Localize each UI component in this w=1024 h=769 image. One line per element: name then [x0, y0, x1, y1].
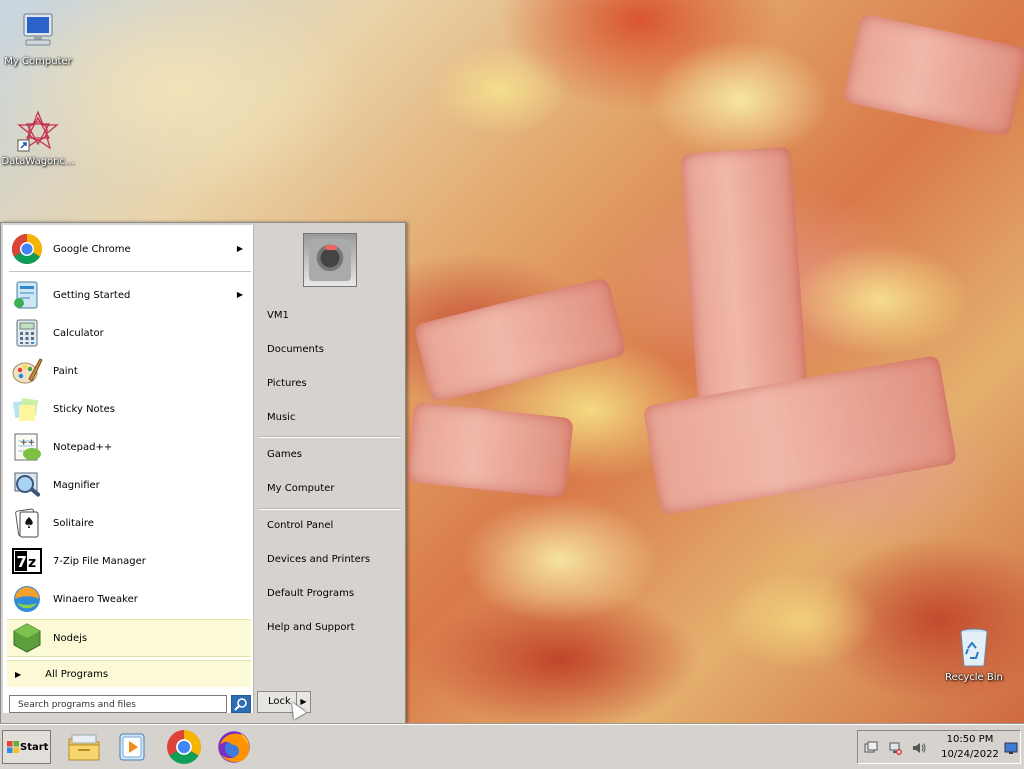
start-item-paint[interactable]: Paint — [7, 353, 251, 389]
start-item-label: Nodejs — [53, 632, 88, 644]
taskbar: Start 10:50 PM 10/24/2022 — [0, 724, 1024, 769]
svg-text:++: ++ — [20, 438, 35, 448]
place-vm1[interactable]: VM1 — [267, 310, 289, 321]
place-music[interactable]: Music — [267, 412, 295, 423]
start-item-winaero-tweaker[interactable]: Winaero Tweaker — [7, 581, 251, 617]
windows-flag-icon — [7, 741, 19, 753]
paint-icon — [11, 355, 43, 387]
clock-date[interactable]: 10/24/2022 — [940, 749, 1000, 760]
turntable-icon — [309, 239, 351, 281]
desktop-icon-datawagon[interactable]: DataWagonc... — [0, 110, 78, 167]
recycle-bin-icon — [952, 626, 996, 670]
search-button[interactable] — [231, 695, 251, 713]
network-status-icon[interactable] — [888, 741, 902, 755]
notification-area: 10:50 PM 10/24/2022 — [857, 730, 1021, 764]
place-games[interactable]: Games — [267, 449, 302, 460]
nodejs-icon — [11, 622, 43, 654]
submenu-arrow-icon: ▶ — [236, 244, 243, 253]
7zip-icon: 7z — [11, 545, 43, 577]
desktop-icon-my-computer[interactable]: My Computer — [0, 10, 78, 67]
chrome-icon — [11, 233, 43, 265]
solitaire-icon — [11, 507, 43, 539]
start-item-calculator[interactable]: Calculator — [7, 315, 251, 351]
start-item-label: Notepad++ — [53, 441, 113, 453]
winaero-tweaker-icon — [11, 583, 43, 615]
wallpaper-ham — [842, 13, 1024, 137]
chrome-icon — [167, 730, 201, 764]
place-pictures[interactable]: Pictures — [267, 378, 307, 389]
start-item-getting-started[interactable]: Getting Started ▶ — [7, 277, 251, 313]
search-input[interactable]: Search programs and files — [9, 695, 227, 713]
start-menu: Google Chrome ▶ Getting Started ▶ Calcul… — [0, 222, 406, 724]
calculator-icon — [11, 317, 43, 349]
computer-icon — [16, 10, 60, 54]
right-pane-separator — [259, 508, 401, 510]
desktop-icon-label: DataWagonc... — [1, 156, 75, 167]
start-button[interactable]: Start — [2, 730, 51, 764]
place-devices-and-printers[interactable]: Devices and Printers — [267, 554, 370, 565]
start-item-solitaire[interactable]: Solitaire — [7, 505, 251, 541]
place-control-panel[interactable]: Control Panel — [267, 520, 333, 531]
user-picture[interactable] — [303, 233, 357, 287]
clock-time[interactable]: 10:50 PM — [940, 734, 1000, 745]
wallpaper-ham — [642, 354, 958, 516]
start-item-label: Sticky Notes — [53, 403, 115, 415]
start-item-nodejs[interactable]: Nodejs — [7, 619, 251, 657]
start-item-notepad-plus-plus[interactable]: ++ Notepad++ — [7, 429, 251, 465]
start-item-label: Paint — [53, 365, 78, 377]
place-my-computer[interactable]: My Computer — [267, 483, 334, 494]
place-documents[interactable]: Documents — [267, 344, 324, 355]
start-item-label: Magnifier — [53, 479, 100, 491]
start-item-label: Getting Started — [53, 289, 131, 301]
file-explorer-icon — [68, 734, 100, 761]
taskbar-firefox[interactable] — [216, 729, 252, 765]
taskbar-file-explorer[interactable] — [66, 729, 102, 765]
all-programs-label: All Programs — [45, 668, 109, 680]
desktop-icon-label: Recycle Bin — [945, 672, 1003, 683]
start-item-google-chrome[interactable]: Google Chrome ▶ — [7, 231, 251, 267]
notepad-plus-plus-icon: ++ — [11, 431, 43, 463]
place-help-and-support[interactable]: Help and Support — [267, 622, 355, 633]
wallpaper-ham — [413, 276, 627, 404]
volume-icon[interactable] — [912, 741, 926, 755]
svg-text:z: z — [28, 555, 36, 571]
place-default-programs[interactable]: Default Programs — [267, 588, 354, 599]
start-item-magnifier[interactable]: Magnifier — [7, 467, 251, 503]
datawagon-icon — [16, 110, 60, 154]
svg-text:7: 7 — [17, 553, 27, 571]
magnifier-icon — [11, 469, 43, 501]
firefox-icon — [218, 731, 250, 763]
right-pane-separator — [259, 436, 401, 438]
getting-started-icon — [11, 279, 43, 311]
sticky-notes-icon — [11, 393, 43, 425]
show-desktop-icon[interactable] — [1004, 741, 1018, 755]
wallpaper-ham — [406, 401, 574, 499]
desktop-icon-recycle-bin[interactable]: Recycle Bin — [934, 626, 1014, 683]
search-icon — [234, 698, 247, 711]
start-menu-programs-pane: Google Chrome ▶ Getting Started ▶ Calcul… — [3, 225, 254, 713]
start-item-7zip[interactable]: 7z 7-Zip File Manager — [7, 543, 251, 579]
start-item-label: Google Chrome — [53, 243, 131, 255]
media-player-icon — [119, 733, 145, 761]
start-item-label: Winaero Tweaker — [53, 593, 138, 605]
taskbar-media-player[interactable] — [114, 729, 150, 765]
submenu-arrow-icon: ▶ — [236, 290, 243, 299]
start-item-label: Calculator — [53, 327, 104, 339]
desktop-icon-label: My Computer — [4, 56, 72, 67]
all-programs-button[interactable]: ▶ All Programs — [7, 660, 251, 687]
action-center-icon[interactable] — [864, 741, 878, 755]
start-item-label: Solitaire — [53, 517, 94, 529]
taskbar-chrome[interactable] — [166, 729, 202, 765]
start-item-sticky-notes[interactable]: Sticky Notes — [7, 391, 251, 427]
start-item-label: 7-Zip File Manager — [53, 555, 146, 567]
start-label: Start — [20, 741, 49, 753]
expand-arrow-icon: ▶ — [15, 669, 22, 679]
start-menu-separator — [9, 271, 251, 272]
